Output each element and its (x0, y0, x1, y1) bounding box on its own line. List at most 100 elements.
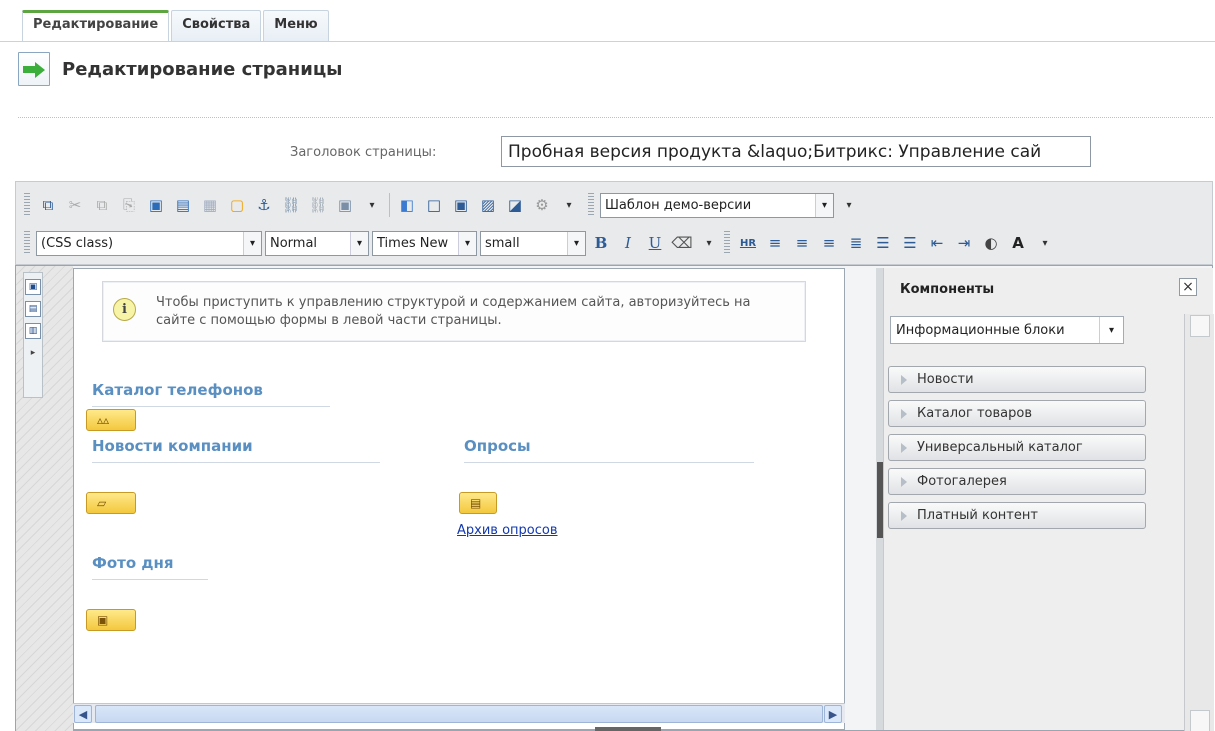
save-as-icon[interactable]: ▨ (476, 193, 500, 217)
dropdown-icon[interactable]: ▾ (837, 193, 861, 217)
numbered-list-icon[interactable]: ☰ (871, 231, 895, 255)
settings-icon[interactable]: ⚙ (530, 193, 554, 217)
page-title-input[interactable]: Пробная версия продукта &laquo;Битрикс: … (501, 136, 1091, 167)
paste-word-icon[interactable]: ▣ (144, 193, 168, 217)
dropdown-icon[interactable]: ▾ (557, 193, 581, 217)
component-photo-gallery[interactable]: Фотогалерея (888, 468, 1146, 495)
toolbar-grip[interactable] (24, 193, 30, 217)
new-page-icon[interactable]: □ (422, 193, 446, 217)
bold-button[interactable]: B (589, 231, 613, 255)
font-select[interactable]: Times New ▾ (372, 230, 477, 256)
scroll-left-icon[interactable]: ◀ (74, 705, 92, 723)
unlink-icon[interactable]: ⛓ (306, 193, 330, 217)
link-icon[interactable]: ⛓ (279, 193, 303, 217)
font-style-button[interactable]: A (1006, 231, 1030, 255)
chevron-down-icon: ▾ (350, 231, 368, 255)
tab-editing[interactable]: Редактирование (22, 10, 170, 42)
components-panel: Компоненты × Информационные блоки ▾ Ново… (883, 268, 1214, 731)
editor-toolbar: ⧉ ✂ ⧉ ⎘ ▣ ▤ ▦ ▢ ⚓ ⛓ ⛓ ▣ ▾ ◧ □ ▣ ▨ ◪ ⚙ ▾ … (15, 181, 1213, 265)
dropdown-icon[interactable]: ▾ (1033, 231, 1057, 255)
format-select[interactable]: Normal ▾ (265, 230, 369, 256)
news-component[interactable]: ▱ (86, 492, 136, 514)
toolbar-separator (389, 193, 390, 217)
cut-icon[interactable]: ✂ (63, 193, 87, 217)
paste-text-icon[interactable]: ▤ (171, 193, 195, 217)
page-title-label: Заголовок страницы: (290, 145, 437, 160)
indent-icon[interactable]: ⇥ (952, 231, 976, 255)
dropdown-icon[interactable]: ▾ (697, 231, 721, 255)
toolbar-grip[interactable] (24, 231, 30, 255)
outdent-icon[interactable]: ⇤ (925, 231, 949, 255)
chevron-down-icon: ▾ (243, 231, 261, 255)
underline-button[interactable]: U (643, 231, 667, 255)
chevron-down-icon: ▾ (1099, 317, 1123, 343)
chevron-down-icon: ▾ (458, 231, 476, 255)
catalog-heading: Каталог телефонов (92, 381, 330, 407)
polls-archive-link[interactable]: Архив опросов (457, 523, 558, 538)
image-icon[interactable]: ▣ (333, 193, 357, 217)
font-size-select[interactable]: small ▾ (480, 230, 586, 256)
horizontal-rule-button[interactable]: HR (736, 231, 760, 255)
tab-bar: Редактирование Свойства Меню (22, 10, 329, 42)
eraser-icon[interactable]: ⌫ (670, 231, 694, 255)
template-select-label: Шаблон демо-версии (605, 197, 752, 213)
anchor-icon[interactable]: ⚓ (252, 193, 276, 217)
polls-component[interactable]: ▤ (459, 492, 497, 514)
resize-handle[interactable] (595, 727, 661, 731)
heading-separator (18, 117, 1213, 118)
dropdown-icon[interactable]: ▾ (360, 193, 384, 217)
page-edit-icon (18, 52, 50, 86)
component-paid-content[interactable]: Платный контент (888, 502, 1146, 529)
font-label: Times New (377, 235, 449, 251)
align-left-icon[interactable]: ≡ (763, 231, 787, 255)
align-center-icon[interactable]: ≡ (790, 231, 814, 255)
catalog-component[interactable]: ▵▵ (86, 409, 136, 431)
info-icon: i (113, 298, 136, 321)
color-picker-icon[interactable]: ◐ (979, 231, 1003, 255)
toolbar-grip[interactable] (724, 231, 730, 255)
close-icon[interactable]: × (1179, 278, 1197, 296)
fullscreen-icon[interactable]: ⧉ (36, 193, 60, 217)
component-news[interactable]: Новости (888, 366, 1146, 393)
code-mode-icon[interactable]: ▤ (25, 301, 41, 317)
image-frame-icon[interactable]: ▢ (225, 193, 249, 217)
bitrix-editor-window: Редактирование Свойства Меню Редактирова… (0, 0, 1215, 731)
toolbar-grip[interactable] (588, 193, 594, 217)
expand-icon[interactable]: ▸ (25, 345, 41, 361)
catalog-component-icon: ▵▵ (97, 413, 110, 427)
component-group-select[interactable]: Информационные блоки ▾ (890, 316, 1124, 344)
components-scroll-down[interactable] (1190, 710, 1210, 731)
scroll-right-icon[interactable]: ▶ (824, 705, 842, 723)
template-select[interactable]: Шаблон демо-версии ▾ (600, 192, 834, 218)
polls-heading: Опросы (464, 437, 754, 463)
horizontal-scroll-thumb[interactable] (95, 705, 823, 723)
split-mode-icon[interactable]: ▥ (25, 323, 41, 339)
company-news-heading: Новости компании (92, 437, 380, 463)
tab-properties[interactable]: Свойства (171, 10, 262, 42)
justify-icon[interactable]: ≣ (844, 231, 868, 255)
view-mode-toolbar: ▣ ▤ ▥ ▸ (23, 272, 43, 398)
page-heading: Редактирование страницы (18, 52, 342, 86)
component-group-label: Информационные блоки (896, 323, 1065, 338)
components-scroll-up[interactable] (1190, 315, 1210, 337)
component-product-catalog[interactable]: Каталог товаров (888, 400, 1146, 427)
validate-icon[interactable]: ◪ (503, 193, 527, 217)
component-icon[interactable]: ◧ (395, 193, 419, 217)
italic-button[interactable]: I (616, 231, 640, 255)
save-icon[interactable]: ▣ (449, 193, 473, 217)
horizontal-scrollbar[interactable]: ◀ ▶ (73, 703, 845, 723)
css-class-select[interactable]: (CSS class) ▾ (36, 230, 262, 256)
align-right-icon[interactable]: ≡ (817, 231, 841, 255)
paste-icon[interactable]: ⎘ (117, 193, 141, 217)
css-class-label: (CSS class) (41, 235, 114, 251)
photo-component[interactable]: ▣ (86, 609, 136, 631)
bullet-list-icon[interactable]: ☰ (898, 231, 922, 255)
visual-mode-icon[interactable]: ▣ (25, 279, 41, 295)
copy-icon[interactable]: ⧉ (90, 193, 114, 217)
tab-menu[interactable]: Меню (263, 10, 329, 42)
table-icon[interactable]: ▦ (198, 193, 222, 217)
news-component-icon: ▱ (97, 496, 107, 510)
components-scrollbar[interactable] (1184, 314, 1214, 731)
editor-canvas[interactable]: i Чтобы приступить к управлению структур… (73, 268, 845, 730)
component-universal-catalog[interactable]: Универсальный каталог (888, 434, 1146, 461)
